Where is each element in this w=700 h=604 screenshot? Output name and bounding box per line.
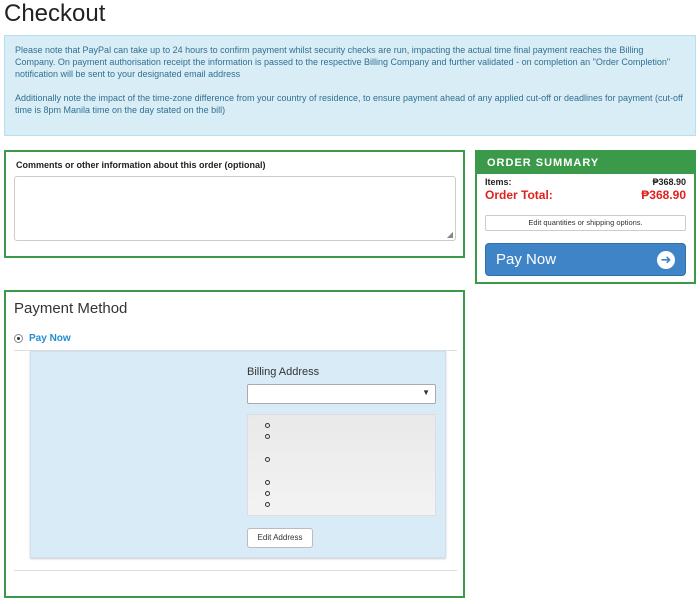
address-details [247, 414, 436, 516]
edit-address-button[interactable]: Edit Address [247, 528, 313, 548]
page-title: Checkout [4, 0, 106, 27]
comments-panel: Comments or other information about this… [4, 150, 465, 258]
resize-grip-icon[interactable]: ◢ [447, 231, 453, 239]
pay-now-button[interactable]: Pay Now ➜ [485, 243, 686, 276]
list-bullet [265, 423, 270, 428]
payment-method-panel: Payment Method Pay Now Billing Address ▼… [4, 290, 465, 598]
items-value: ₱368.90 [652, 177, 686, 187]
order-summary-heading: ORDER SUMMARY [477, 152, 694, 174]
order-total-value: ₱368.90 [641, 188, 686, 202]
order-summary: ORDER SUMMARY Items: ₱368.90 Order Total… [475, 150, 696, 284]
items-row: Items: ₱368.90 [477, 177, 694, 187]
comments-textarea[interactable]: ◢ [14, 176, 456, 241]
list-bullet [265, 502, 270, 507]
list-bullet [265, 480, 270, 485]
list-bullet [265, 491, 270, 496]
caret-down-icon: ▼ [422, 388, 430, 397]
billing-address-label: Billing Address [247, 366, 320, 378]
list-bullet [265, 434, 270, 439]
order-total-label: Order Total: [485, 188, 553, 202]
notice-paragraph-1: Please note that PayPal can take up to 2… [15, 45, 671, 79]
payment-method-details: Billing Address ▼ Edit Address [30, 351, 446, 558]
payment-method-title: Payment Method [14, 300, 128, 317]
edit-quantities-button[interactable]: Edit quantities or shipping options. [485, 215, 686, 231]
comments-label: Comments or other information about this… [16, 160, 266, 170]
notice-paragraph-2: Additionally note the impact of the time… [15, 93, 683, 115]
billing-address-select[interactable]: ▼ [247, 384, 436, 404]
radio-selected-icon[interactable] [14, 334, 23, 343]
divider [14, 570, 457, 571]
arrow-circle-right-icon: ➜ [657, 251, 675, 269]
payment-option-pay-now[interactable]: Pay Now [14, 333, 71, 344]
paypal-notice: Please note that PayPal can take up to 2… [4, 35, 696, 136]
list-bullet [265, 457, 270, 462]
order-total-row: Order Total: ₱368.90 [477, 188, 694, 202]
items-label: Items: [485, 177, 512, 187]
payment-option-label: Pay Now [29, 333, 71, 344]
pay-now-label: Pay Now [496, 251, 557, 268]
